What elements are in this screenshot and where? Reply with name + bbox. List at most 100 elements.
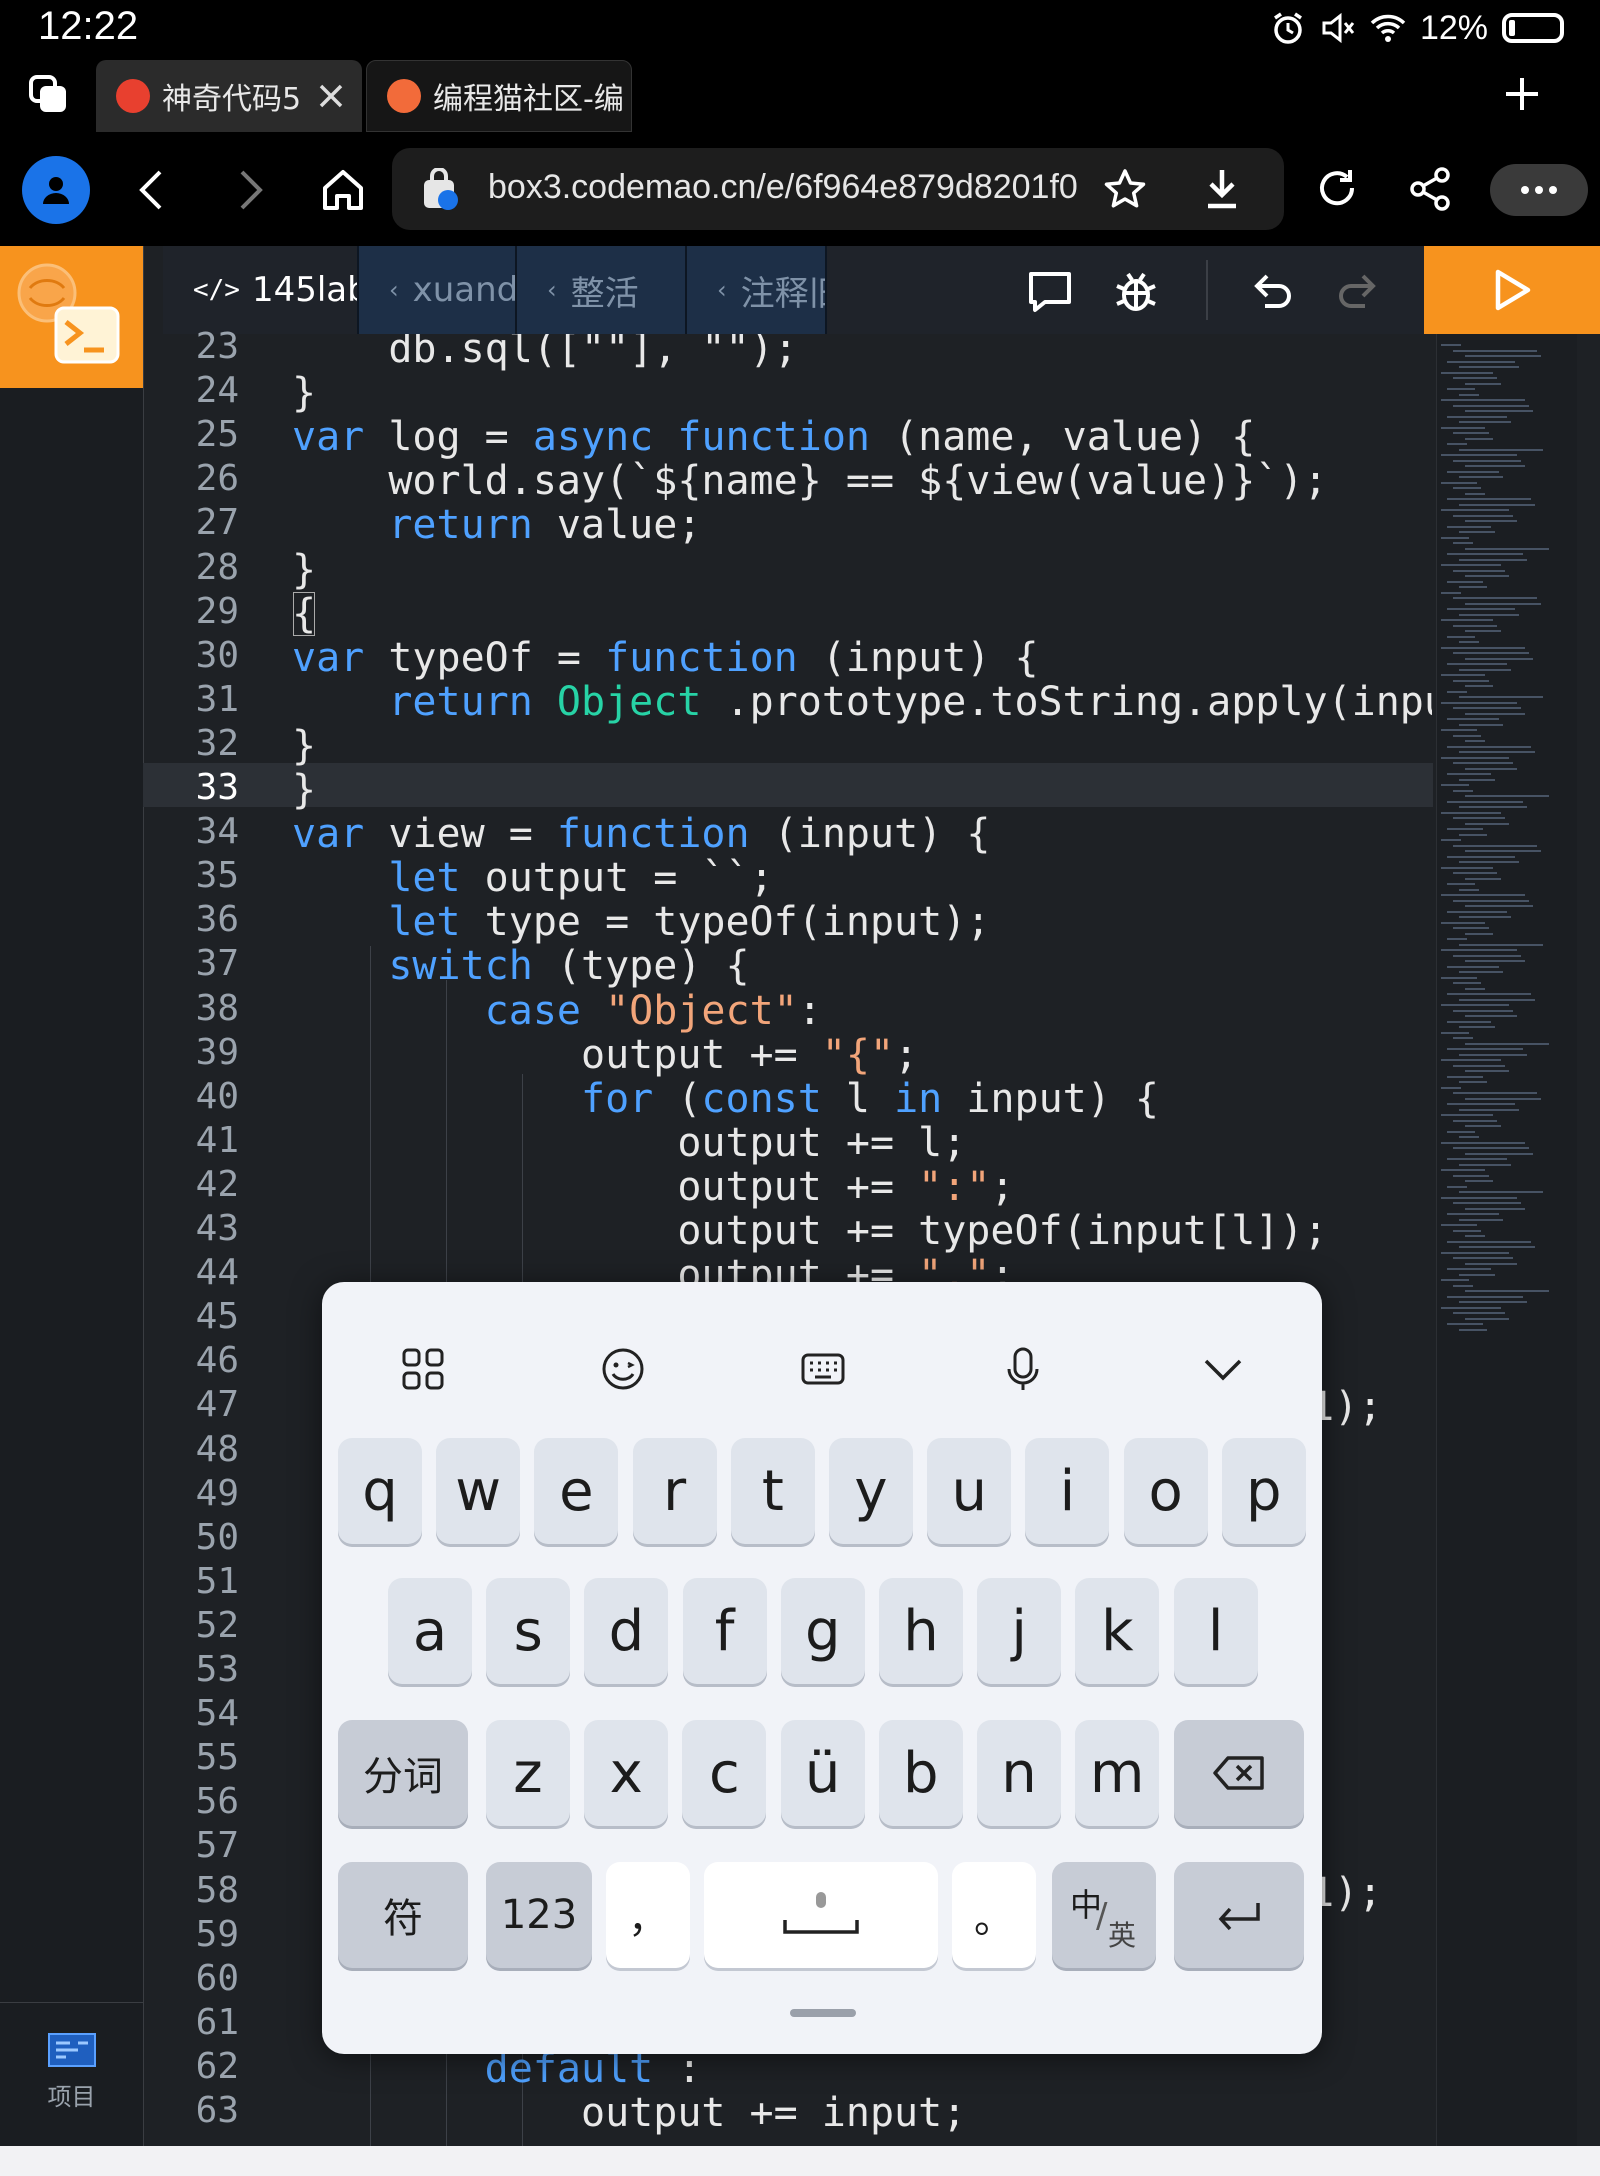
minimap-line (1465, 602, 1541, 605)
microphone-icon[interactable] (998, 1344, 1048, 1394)
reload-icon[interactable] (1314, 166, 1360, 212)
key-c[interactable]: c (682, 1720, 767, 1826)
key-n[interactable]: n (977, 1720, 1061, 1826)
browser-tab-1[interactable]: 神奇代码5 (96, 60, 362, 132)
collapse-keyboard-icon[interactable] (1198, 1344, 1248, 1394)
minimap-line (1465, 1042, 1549, 1045)
minimap-line (1447, 1268, 1491, 1270)
undo-icon[interactable] (1249, 268, 1295, 314)
key-i[interactable]: i (1025, 1438, 1110, 1544)
close-tab-icon[interactable] (318, 83, 344, 109)
enter-key[interactable] (1174, 1862, 1304, 1968)
code-token: ( (677, 1075, 702, 1122)
editor-tab-145lab[interactable]: </> 145lab.js (163, 246, 359, 334)
new-tab-icon[interactable] (1502, 74, 1542, 114)
key-k[interactable]: k (1075, 1578, 1160, 1684)
key-u[interactable]: u (927, 1438, 1012, 1544)
numbers-key[interactable]: 123 (486, 1862, 592, 1968)
key-t[interactable]: t (730, 1438, 815, 1544)
debug-bug-icon[interactable] (1113, 268, 1159, 314)
editor-tab-xuand[interactable]: ‹ xuand (359, 246, 517, 334)
key-r[interactable]: r (632, 1438, 717, 1544)
key-j[interactable]: j (977, 1578, 1062, 1684)
key-x[interactable]: x (584, 1720, 669, 1826)
minimap-line (1453, 652, 1529, 654)
minimap-line (1459, 1026, 1495, 1028)
browser-tab-2[interactable]: 编程猫社区-编 (366, 60, 632, 132)
key-h[interactable]: h (879, 1578, 963, 1684)
code-line: switch (type) { (292, 943, 749, 989)
minimap-line (1465, 1262, 1517, 1265)
project-button[interactable]: 项目 (0, 2002, 143, 2146)
more-menu-button[interactable] (1490, 164, 1588, 216)
tab-switcher-icon[interactable] (28, 74, 70, 116)
download-icon[interactable] (1202, 166, 1242, 212)
editor-tab-zhenghuo[interactable]: ‹ 整活 (517, 246, 687, 334)
backspace-key[interactable] (1174, 1720, 1304, 1826)
key-a[interactable]: a (388, 1578, 472, 1684)
key-l[interactable]: l (1173, 1578, 1258, 1684)
back-icon[interactable] (132, 168, 172, 212)
forward-icon[interactable] (230, 168, 270, 212)
emoji-icon[interactable] (598, 1344, 648, 1394)
key-q[interactable]: q (338, 1438, 422, 1544)
minimap-line (1441, 1251, 1509, 1254)
url-text[interactable]: box3.codemao.cn/e/6f964e879d8201f0 (488, 168, 1078, 207)
key-ü[interactable]: ü (780, 1720, 865, 1826)
bookmark-star-icon[interactable] (1104, 168, 1146, 210)
minimap-line (1453, 377, 1497, 379)
minimap-line (1453, 817, 1505, 819)
console-button[interactable] (0, 246, 143, 388)
chat-icon[interactable] (1027, 268, 1073, 314)
code-minimap[interactable] (1436, 334, 1577, 2146)
space-mic-icon (783, 1892, 859, 1934)
keyboard-icon[interactable] (798, 1344, 848, 1394)
language-switch-key[interactable]: 中 / 英 (1052, 1862, 1156, 1968)
minimap-line (1441, 811, 1501, 814)
run-button[interactable] (1424, 246, 1600, 334)
code-icon: ‹ (547, 276, 557, 304)
line-number: 23 (195, 326, 239, 367)
share-icon[interactable] (1408, 166, 1452, 212)
symbols-key[interactable]: 符 (338, 1862, 468, 1968)
code-token: let (292, 855, 485, 902)
key-d[interactable]: d (584, 1578, 669, 1684)
code-line: world.say(`${name} == ${view(value)}`); (292, 458, 1327, 504)
key-f[interactable]: f (682, 1578, 767, 1684)
minimap-line (1441, 481, 1477, 484)
segment-key[interactable]: 分词 (338, 1720, 468, 1826)
editor-tab-comment[interactable]: ‹ 注释旧 (687, 246, 827, 334)
period-key[interactable]: 。 (952, 1862, 1036, 1968)
code-token: "{" (821, 1031, 895, 1078)
key-z[interactable]: z (486, 1720, 570, 1826)
profile-avatar[interactable] (22, 156, 90, 224)
key-s[interactable]: s (486, 1578, 571, 1684)
key-g[interactable]: g (780, 1578, 865, 1684)
key-w[interactable]: w (436, 1438, 521, 1544)
space-key[interactable] (704, 1862, 938, 1968)
redo-icon[interactable] (1335, 268, 1381, 314)
home-icon[interactable] (320, 166, 366, 212)
minimap-line (1441, 1169, 1485, 1171)
code-token: ; (990, 1163, 1015, 1210)
code-line: case "Object": (292, 988, 822, 1034)
key-o[interactable]: o (1123, 1438, 1208, 1544)
keyboard-handle[interactable] (790, 2009, 856, 2017)
code-icon: ‹ (717, 276, 727, 304)
minimap-line (1465, 410, 1533, 412)
url-bar[interactable]: box3.codemao.cn/e/6f964e879d8201f0 (392, 148, 1284, 230)
key-e[interactable]: e (534, 1438, 619, 1544)
minimap-line (1441, 509, 1509, 511)
key-m[interactable]: m (1075, 1720, 1160, 1826)
minimap-line (1459, 916, 1511, 918)
line-number: 53 (195, 1649, 239, 1690)
code-icon: ‹ (389, 276, 399, 304)
comma-key[interactable]: ， (606, 1862, 690, 1968)
apps-icon[interactable] (398, 1344, 448, 1394)
key-y[interactable]: y (829, 1438, 913, 1544)
key-p[interactable]: p (1221, 1438, 1306, 1544)
minimap-line (1441, 1224, 1477, 1226)
key-label: 符 (383, 1896, 423, 1942)
line-number: 62 (195, 2045, 239, 2087)
key-b[interactable]: b (878, 1720, 963, 1826)
